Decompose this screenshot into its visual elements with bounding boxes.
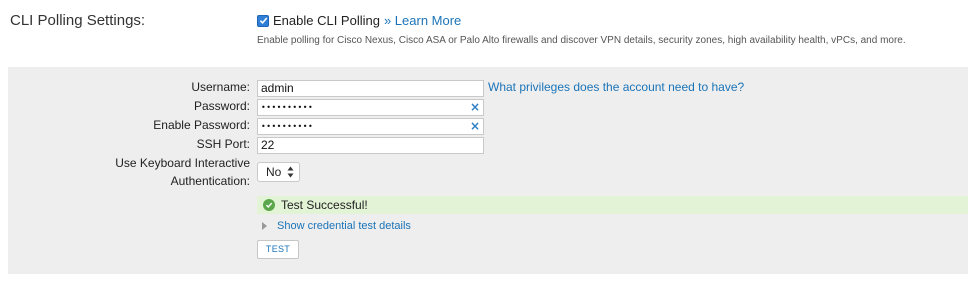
keyboard-interactive-label: Use Keyboard Interactive Authentication:	[115, 156, 250, 189]
show-test-details-toggle[interactable]: Show credential test details	[262, 220, 411, 232]
test-success-text: Test Successful!	[281, 198, 368, 212]
username-value: admin	[261, 81, 294, 95]
checkmark-icon	[259, 17, 267, 25]
enable-cli-polling-checkbox[interactable]	[257, 14, 269, 27]
password-value: ••••••••••	[261, 103, 314, 112]
enable-password-label: Enable Password:	[153, 118, 250, 132]
test-success-banner: Test Successful!	[257, 196, 968, 214]
expand-triangle-icon	[262, 222, 267, 230]
test-button[interactable]: TEST	[257, 240, 299, 259]
keyboard-interactive-select[interactable]: No	[257, 162, 300, 182]
clear-enable-password-icon[interactable]: ×	[470, 119, 480, 134]
password-input[interactable]: •••••••••• ×	[257, 99, 484, 116]
section-label: CLI Polling Settings:	[10, 12, 146, 29]
username-label: Username:	[191, 80, 250, 94]
keyboard-interactive-label-line2: Authentication:	[170, 174, 250, 188]
cli-polling-help-text: Enable polling for Cisco Nexus, Cisco AS…	[257, 35, 906, 46]
username-input[interactable]: admin	[257, 80, 484, 97]
show-test-details-link[interactable]: Show credential test details	[277, 220, 411, 232]
clear-password-icon[interactable]: ×	[470, 100, 480, 115]
ssh-port-value: 22	[261, 138, 275, 152]
enable-password-input[interactable]: •••••••••• ×	[257, 118, 484, 135]
select-arrows-icon	[287, 166, 294, 178]
enable-password-value: ••••••••••	[261, 122, 314, 131]
privileges-help-link[interactable]: What privileges does the account need to…	[488, 80, 744, 94]
password-label: Password:	[193, 99, 250, 113]
enable-cli-polling-row: Enable CLI Polling » Learn More	[257, 13, 461, 28]
learn-more-link[interactable]: » Learn More	[384, 13, 461, 28]
keyboard-interactive-label-line1: Use Keyboard Interactive	[115, 156, 250, 170]
ssh-port-label: SSH Port:	[196, 137, 250, 151]
enable-cli-polling-label[interactable]: Enable CLI Polling	[273, 13, 380, 28]
keyboard-interactive-value: No	[266, 165, 282, 179]
ssh-port-input[interactable]: 22	[257, 137, 484, 154]
success-check-icon	[263, 199, 275, 211]
